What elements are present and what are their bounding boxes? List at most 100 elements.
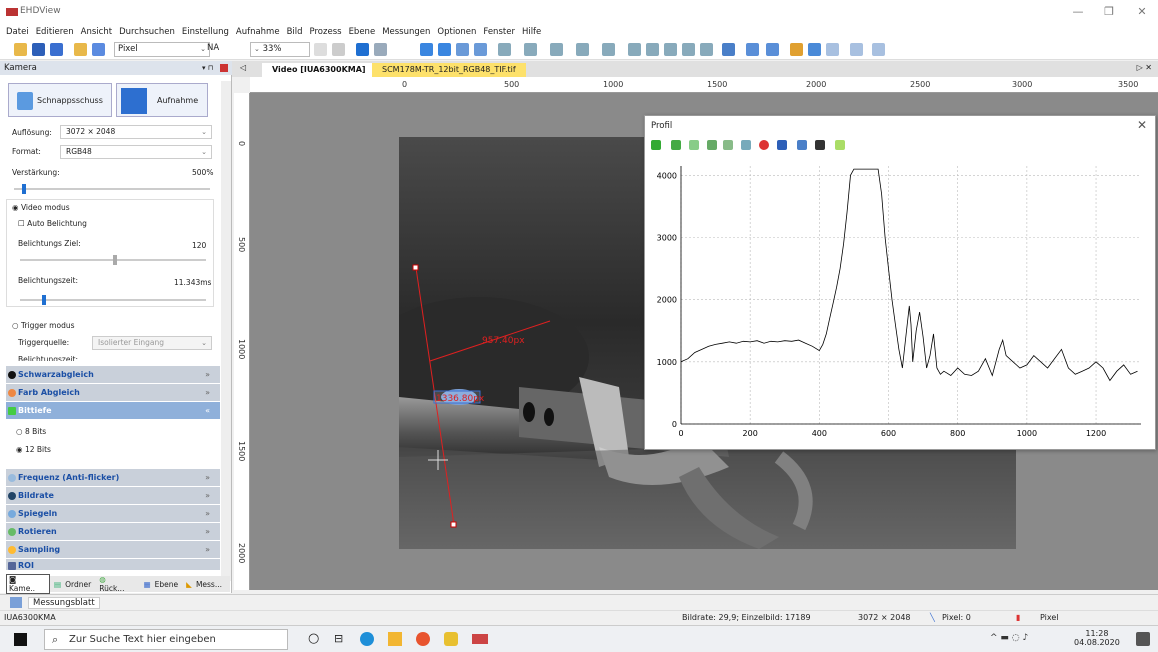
tab-image-file[interactable]: SCM178M-TR_12bit_RGB48_TIF.tif — [372, 63, 526, 77]
menu-ansicht[interactable]: Ansicht — [81, 27, 112, 37]
export-icon[interactable] — [872, 43, 885, 56]
task-view-icon[interactable]: ⊟ — [334, 632, 343, 645]
arc-icon[interactable] — [628, 43, 641, 56]
section-bit-depth[interactable]: Bittiefe « — [6, 402, 220, 420]
menu-prozess[interactable]: Prozess — [310, 27, 342, 37]
menu-messungen[interactable]: Messungen — [382, 27, 430, 37]
color-icon[interactable] — [790, 43, 803, 56]
panel-menu-icon[interactable]: ▾ ⊓ — [202, 61, 213, 75]
save-as-icon[interactable] — [50, 43, 63, 56]
menu-aufnahme[interactable]: Aufnahme — [236, 27, 280, 37]
explorer-icon[interactable] — [388, 632, 402, 646]
exposure-time-thumb[interactable] — [42, 295, 47, 305]
parallel-icon[interactable] — [456, 43, 469, 56]
ehdview-taskbar-icon[interactable] — [472, 634, 488, 644]
crosshair-icon[interactable] — [651, 140, 661, 150]
taskbar-search-input[interactable]: ⌕ Zur Suche Text hier eingeben — [44, 629, 288, 650]
section-roi[interactable]: ROI — [6, 559, 220, 571]
edge-icon[interactable] — [360, 632, 374, 646]
open-folder-icon[interactable] — [14, 43, 27, 56]
cortana-icon[interactable]: ○ — [308, 631, 319, 646]
arrow-icon[interactable] — [700, 43, 713, 56]
select-arrow-icon[interactable] — [356, 43, 369, 56]
overlay-icon[interactable] — [826, 43, 839, 56]
section-mirror[interactable]: Spiegeln» — [6, 505, 220, 523]
marker-add-icon[interactable] — [671, 140, 681, 150]
line-handle-top[interactable] — [412, 264, 419, 271]
menu-datei[interactable]: Datei — [6, 27, 29, 37]
histogram-icon[interactable] — [746, 43, 759, 56]
report-icon[interactable] — [850, 43, 863, 56]
measurement-sheet-tab[interactable]: Messungsblatt — [28, 597, 100, 609]
section-color-balance[interactable]: Farb Abgleich» — [6, 384, 220, 402]
save-icon[interactable] — [32, 43, 45, 56]
notification-icon[interactable] — [1136, 632, 1150, 646]
app-icon-taskbar[interactable] — [444, 632, 458, 646]
exposure-target-thumb[interactable] — [113, 255, 117, 265]
snapshot-button[interactable]: Schnappsschuss — [8, 83, 112, 117]
polygon-icon[interactable] — [602, 43, 615, 56]
section-rotate[interactable]: Rotieren» — [6, 523, 220, 541]
system-tray-icons[interactable]: ^ ▬ ◌ ♪ — [990, 633, 1028, 643]
tab-scroll-left-icon[interactable]: ◁ — [240, 63, 246, 72]
minimize-button[interactable]: — — [1066, 4, 1090, 20]
auto-exposure-checkbox[interactable]: ☐ Auto Belichtung — [18, 219, 87, 228]
gain-slider[interactable] — [14, 184, 210, 194]
trigger-mode-radio[interactable]: ○ Trigger modus — [12, 321, 75, 330]
firefox-icon[interactable] — [416, 632, 430, 646]
marker-down-icon[interactable] — [723, 140, 733, 150]
tab-camera[interactable]: ◙ Kame.. — [6, 574, 51, 594]
resolution-select[interactable]: 3072 × 2048 ⌄ — [60, 125, 212, 139]
info-icon[interactable] — [835, 140, 845, 150]
section-framerate[interactable]: Bildrate» — [6, 487, 220, 505]
menu-hilfe[interactable]: Hilfe — [522, 27, 541, 37]
save-icon[interactable] — [777, 140, 787, 150]
zoom-dropdown-icon[interactable] — [314, 43, 327, 56]
video-mode-radio[interactable]: ◉ Video modus — [12, 203, 70, 212]
export-table-icon[interactable] — [797, 140, 807, 150]
tab-close-icon[interactable]: ▷ ✕ — [1137, 63, 1152, 72]
tab-undo[interactable]: ◍ Rück... — [99, 575, 139, 593]
grid-icon[interactable] — [808, 43, 821, 56]
bits-12-radio[interactable]: ◉ 12 Bits — [16, 445, 51, 454]
rectangle-icon[interactable] — [498, 43, 511, 56]
tab-video[interactable]: Video [IUA6300KMA] — [262, 63, 376, 77]
section-sampling[interactable]: Sampling» — [6, 541, 220, 559]
layout-icon[interactable] — [92, 43, 105, 56]
menu-bild[interactable]: Bild — [287, 27, 303, 37]
bits-8-radio[interactable]: ○ 8 Bits — [16, 427, 46, 436]
menu-editieren[interactable]: Editieren — [36, 27, 74, 37]
capture-icon[interactable] — [766, 43, 779, 56]
menu-durchsuchen[interactable]: Durchsuchen — [119, 27, 175, 37]
menu-einstellung[interactable]: Einstellung — [182, 27, 229, 37]
circle-icon[interactable] — [550, 43, 563, 56]
trigger-source-select[interactable]: Isolierter Eingang ⌄ — [92, 336, 212, 350]
format-select[interactable]: RGB48 ⌄ — [60, 145, 212, 159]
line-handle-bottom[interactable] — [450, 521, 457, 528]
section-frequency[interactable]: Frequenz (Anti-flicker)» — [6, 469, 220, 487]
maximize-button[interactable]: ❐ — [1097, 4, 1121, 20]
zoom-select[interactable]: ⌄ 33% — [250, 42, 310, 57]
copy-icon[interactable] — [741, 140, 751, 150]
star-icon[interactable] — [664, 43, 677, 56]
panel-close-icon[interactable] — [220, 64, 228, 72]
menu-fenster[interactable]: Fenster — [483, 27, 515, 37]
record-button[interactable]: Aufnahme — [116, 83, 208, 117]
profile-chart[interactable]: 0 200 400 600 800 1000 1200 0 1000 2000 3000 4000 — [645, 156, 1155, 448]
panel-scrollbar[interactable] — [221, 81, 231, 581]
close-button[interactable]: ✕ — [1130, 4, 1154, 20]
exposure-time-slider[interactable] — [20, 295, 206, 305]
exposure-target-slider[interactable] — [20, 255, 206, 265]
ellipse-icon[interactable] — [524, 43, 537, 56]
section-black-balance[interactable]: Schwarzabgleich» — [6, 366, 220, 384]
profile-close-button[interactable]: ✕ — [1137, 118, 1147, 132]
scale-bar-icon[interactable] — [682, 43, 695, 56]
line-icon[interactable] — [420, 43, 433, 56]
clock[interactable]: 11:28 04.08.2020 — [1074, 629, 1120, 647]
pan-hand-icon[interactable] — [332, 43, 345, 56]
perpendicular-icon[interactable] — [474, 43, 487, 56]
color-wheel-icon[interactable] — [759, 140, 769, 150]
na-select[interactable]: NA — [192, 42, 242, 57]
menu-ebene[interactable]: Ebene — [349, 27, 376, 37]
tab-measure[interactable]: ◣ Mess... — [186, 580, 226, 589]
